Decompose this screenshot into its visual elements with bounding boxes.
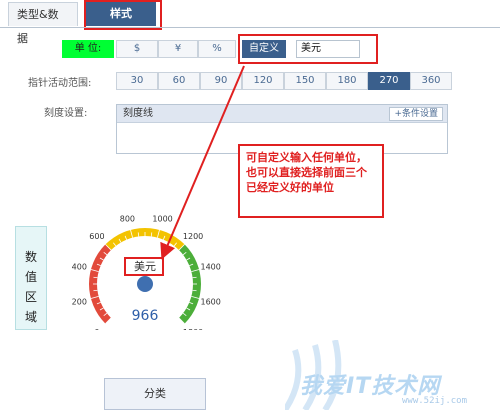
category-button[interactable]: 分类 bbox=[104, 378, 206, 410]
watermark-url: www.52ij.com bbox=[402, 396, 468, 406]
